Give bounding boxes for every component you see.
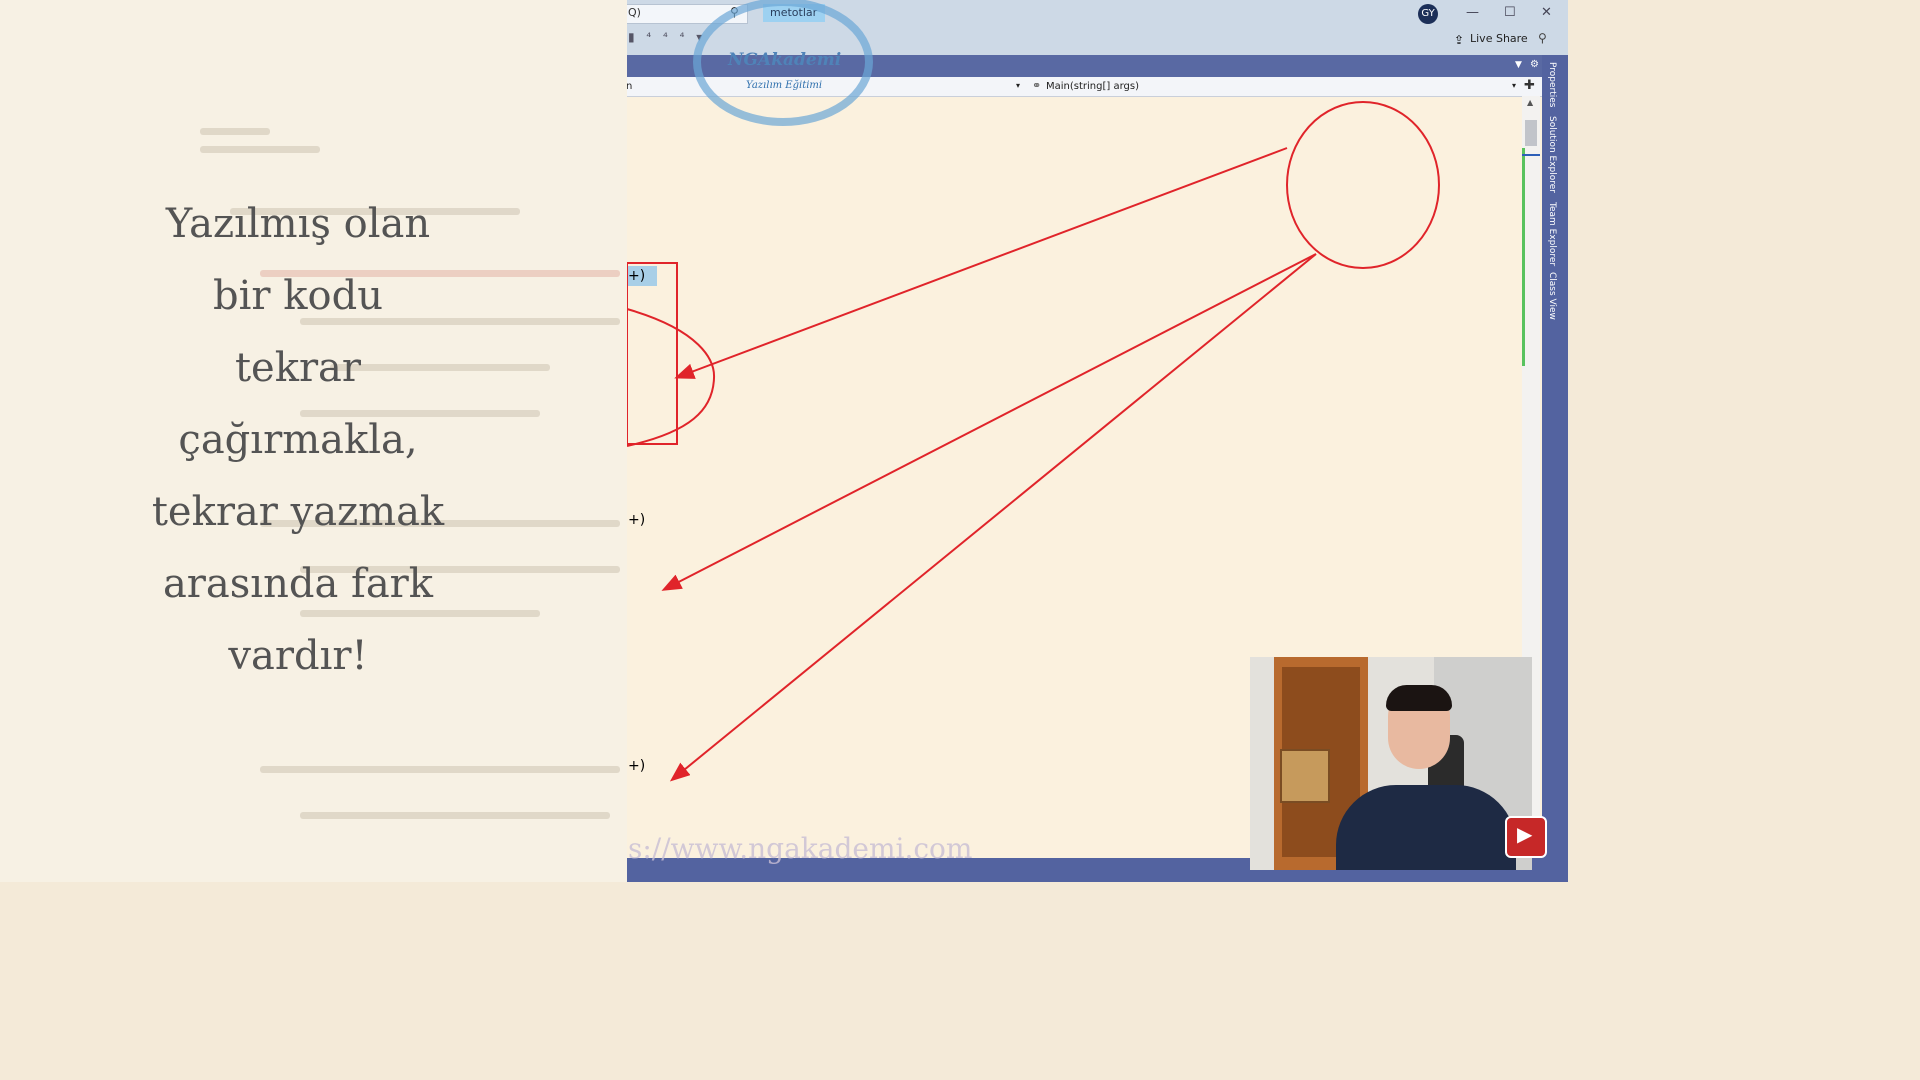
presenter-hair bbox=[1386, 685, 1452, 711]
code-block-arc bbox=[626, 308, 716, 447]
logo-title: NGAkademi bbox=[728, 50, 842, 70]
code-block-box bbox=[626, 262, 678, 445]
cork-board bbox=[1280, 749, 1330, 803]
method-circle bbox=[1286, 101, 1440, 269]
overlay-caption-text: Yazılmış olan bir kodu tekrar çağırmakla… bbox=[151, 201, 445, 679]
logo-subtitle: Yazılım Eğitimi bbox=[746, 80, 823, 91]
arrow-3 bbox=[669, 253, 1317, 782]
play-icon[interactable]: ▶ bbox=[1517, 822, 1532, 846]
arrow-1 bbox=[674, 147, 1288, 379]
caption-overlay: Yazılmış olan bir kodu tekrar çağırmakla… bbox=[0, 0, 627, 882]
presenter-body bbox=[1336, 785, 1516, 870]
webcam-feed bbox=[1250, 657, 1532, 870]
arrow-2 bbox=[661, 253, 1317, 591]
